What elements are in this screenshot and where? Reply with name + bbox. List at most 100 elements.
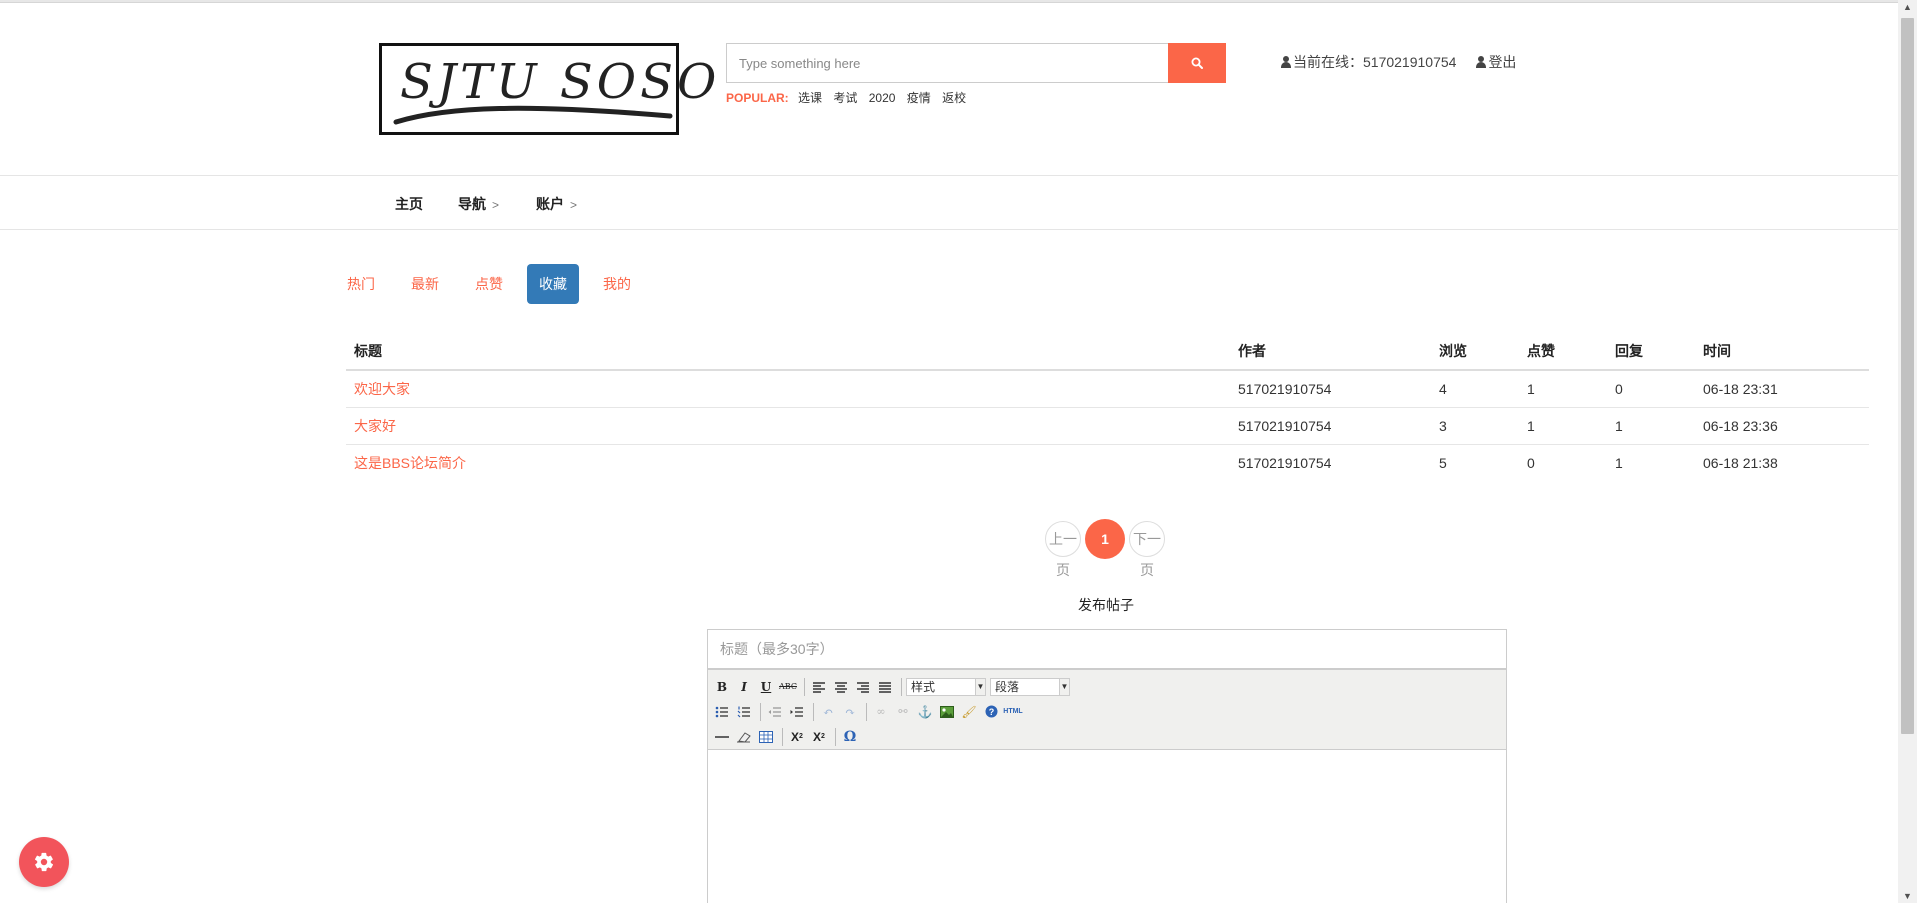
page-scrollbar[interactable]: ▲ ▼ bbox=[1898, 0, 1917, 903]
post-views: 4 bbox=[1431, 370, 1519, 408]
site-logo[interactable]: SJTU SOSO bbox=[379, 43, 716, 135]
help-icon[interactable]: ? bbox=[981, 702, 1001, 722]
cleanup-brush-icon[interactable]: 🖌 bbox=[959, 702, 979, 722]
column-header-author: 作者 bbox=[1230, 333, 1431, 371]
strikethrough-icon[interactable]: ABC bbox=[778, 677, 798, 697]
link-icon[interactable]: ∞ bbox=[871, 702, 891, 722]
table-row: 欢迎大家 517021910754 4 1 0 06-18 23:31 bbox=[346, 370, 1869, 408]
scroll-down-arrow-icon[interactable]: ▼ bbox=[1903, 891, 1912, 901]
align-center-icon[interactable] bbox=[831, 677, 851, 697]
rich-text-editor: B I U ABC 样式 ▼ 段落 ▼ ↶ ↷ ∞ ⚯ ⚓ 🖌 ? HTML X… bbox=[707, 669, 1507, 904]
align-right-icon[interactable] bbox=[853, 677, 873, 697]
post-views: 3 bbox=[1431, 407, 1519, 445]
outdent-icon[interactable] bbox=[765, 702, 785, 722]
next-page-label-line2[interactable]: 页 bbox=[1129, 554, 1165, 586]
post-author: 517021910754 bbox=[1230, 407, 1431, 445]
table-row: 这是BBS论坛简介 517021910754 5 0 1 06-18 21:38 bbox=[346, 444, 1869, 481]
column-header-title: 标题 bbox=[346, 333, 1230, 371]
popular-tags: POPULAR: 选课 考试 2020 疫情 返校 bbox=[726, 89, 974, 106]
post-tabs: 热门 最新 点赞 收藏 我的 bbox=[335, 264, 655, 304]
online-label: 当前在线： bbox=[1293, 54, 1363, 70]
numbered-list-icon[interactable] bbox=[734, 702, 754, 722]
post-likes: 1 bbox=[1519, 407, 1607, 445]
style-select[interactable]: 样式 ▼ bbox=[906, 677, 986, 696]
tab-hot[interactable]: 热门 bbox=[335, 264, 387, 304]
format-select[interactable]: 段落 ▼ bbox=[990, 677, 1070, 696]
column-header-time: 时间 bbox=[1695, 333, 1869, 371]
new-post-heading: 发布帖子 bbox=[1078, 597, 1134, 613]
popular-tag[interactable]: 考试 bbox=[833, 91, 857, 105]
popular-tag[interactable]: 选课 bbox=[798, 91, 822, 105]
column-header-views: 浏览 bbox=[1431, 333, 1519, 371]
search-icon bbox=[1191, 57, 1203, 69]
post-time: 06-18 21:38 bbox=[1703, 454, 1778, 471]
image-icon[interactable] bbox=[937, 702, 957, 722]
align-justify-icon[interactable] bbox=[875, 677, 895, 697]
prev-page-label[interactable]: 上一 bbox=[1045, 523, 1081, 555]
current-page-button[interactable]: 1 bbox=[1085, 519, 1125, 559]
superscript-icon[interactable]: X2 bbox=[809, 727, 829, 747]
tab-mine[interactable]: 我的 bbox=[591, 264, 643, 304]
popular-tag[interactable]: 疫情 bbox=[907, 91, 931, 105]
tab-favorites[interactable]: 收藏 bbox=[527, 264, 579, 304]
special-character-icon[interactable]: Ω bbox=[840, 727, 860, 747]
undo-icon[interactable]: ↶ bbox=[818, 702, 838, 722]
anchor-icon[interactable]: ⚓ bbox=[915, 702, 935, 722]
popular-tag[interactable]: 返校 bbox=[942, 91, 966, 105]
post-time: 06-18 23:36 bbox=[1695, 407, 1869, 445]
tab-latest[interactable]: 最新 bbox=[399, 264, 451, 304]
next-page-label[interactable]: 下一 bbox=[1129, 523, 1165, 555]
tab-liked[interactable]: 点赞 bbox=[463, 264, 515, 304]
table-icon[interactable] bbox=[756, 727, 776, 747]
post-author: 517021910754 bbox=[1238, 454, 1332, 471]
unlink-icon[interactable]: ⚯ bbox=[893, 702, 913, 722]
gear-icon bbox=[34, 852, 54, 872]
settings-button[interactable] bbox=[19, 837, 69, 887]
chevron-right-icon: > bbox=[570, 198, 578, 212]
html-source-icon[interactable]: HTML bbox=[1003, 702, 1023, 722]
user-icon bbox=[1476, 56, 1487, 68]
redo-icon[interactable]: ↷ bbox=[840, 702, 860, 722]
subscript-icon[interactable]: X2 bbox=[787, 727, 807, 747]
post-replies: 1 bbox=[1615, 454, 1623, 471]
style-select-value: 样式 bbox=[911, 679, 936, 694]
nav-item-navigation[interactable]: 导航 > bbox=[458, 194, 499, 214]
post-title-link[interactable]: 这是BBS论坛简介 bbox=[354, 455, 466, 471]
username[interactable]: 517021910754 bbox=[1363, 54, 1456, 70]
bold-icon[interactable]: B bbox=[712, 677, 732, 697]
post-title-link[interactable]: 大家好 bbox=[354, 418, 396, 434]
popular-tag[interactable]: 2020 bbox=[869, 91, 896, 105]
underline-icon[interactable]: U bbox=[756, 677, 776, 697]
user-status: 当前在线： 517021910754 登出 bbox=[1281, 52, 1516, 72]
logo-swoosh-icon bbox=[393, 105, 673, 125]
nav-item-home[interactable]: 主页 bbox=[395, 194, 423, 214]
align-left-icon[interactable] bbox=[809, 677, 829, 697]
bullet-list-icon[interactable] bbox=[712, 702, 732, 722]
post-title-link[interactable]: 欢迎大家 bbox=[354, 381, 410, 397]
table-row: 大家好 517021910754 3 1 1 06-18 23:36 bbox=[346, 407, 1869, 445]
logout-link[interactable]: 登出 bbox=[1488, 52, 1516, 72]
post-likes: 0 bbox=[1527, 454, 1535, 471]
post-views: 5 bbox=[1439, 454, 1447, 471]
search-button[interactable] bbox=[1168, 43, 1226, 83]
horizontal-rule-icon[interactable] bbox=[712, 727, 732, 747]
indent-icon[interactable] bbox=[787, 702, 807, 722]
chevron-down-icon: ▼ bbox=[975, 678, 985, 695]
prev-page-label-line2[interactable]: 页 bbox=[1045, 554, 1081, 586]
scrollbar-thumb[interactable] bbox=[1901, 18, 1914, 734]
eraser-icon[interactable] bbox=[734, 727, 754, 747]
format-select-value: 段落 bbox=[995, 679, 1020, 694]
search-input[interactable] bbox=[726, 43, 1168, 83]
svg-text:?: ? bbox=[988, 707, 994, 717]
nav-item-label: 导航 bbox=[458, 196, 486, 212]
post-title-input[interactable] bbox=[707, 629, 1507, 669]
nav-item-label: 主页 bbox=[395, 196, 423, 212]
main-nav: 主页 导航 > 账户 > bbox=[0, 175, 1898, 230]
nav-item-label: 账户 bbox=[536, 196, 564, 212]
post-author: 517021910754 bbox=[1230, 370, 1431, 408]
scroll-up-arrow-icon[interactable]: ▲ bbox=[1903, 2, 1912, 12]
italic-icon[interactable]: I bbox=[734, 677, 754, 697]
table-header-row: 标题 作者 浏览 点赞 回复 时间 bbox=[346, 333, 1869, 371]
editor-content-area[interactable] bbox=[708, 750, 1506, 904]
nav-item-account[interactable]: 账户 > bbox=[536, 194, 577, 214]
